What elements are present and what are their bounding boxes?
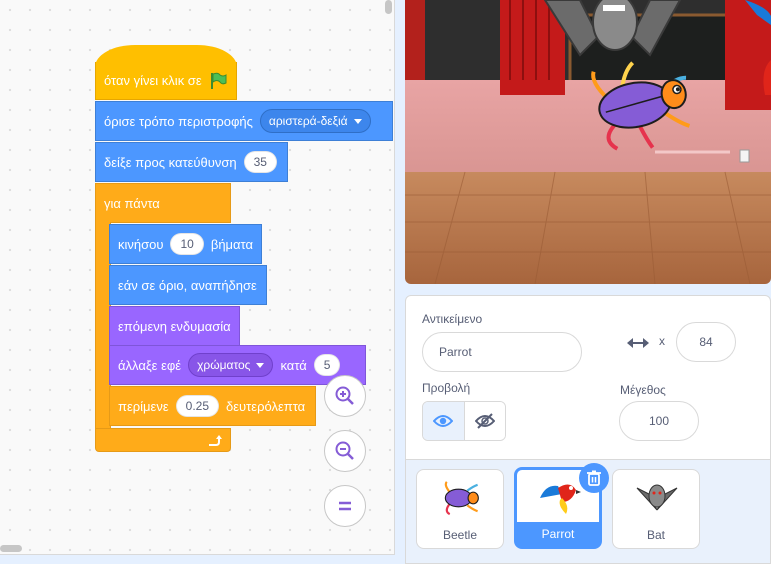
zoom-reset-button[interactable]	[324, 485, 366, 527]
loop-arrow-icon	[209, 435, 222, 446]
forever-block-bottom	[95, 428, 231, 452]
stage-backdrop	[405, 0, 771, 284]
script-area[interactable]: όταν γίνει κλικ σε όρισε τρόπο περιστροφ…	[0, 0, 395, 555]
bounce-label: εάν σε όριο, αναπήδησε	[118, 277, 257, 293]
size-input[interactable]: 100	[619, 401, 699, 441]
x-position-input[interactable]: 84	[676, 322, 736, 362]
selected-tile-footer: Parrot	[517, 522, 599, 546]
point-in-direction-block[interactable]: δείξε προς κατεύθυνση 35	[95, 142, 288, 182]
zoom-in-icon	[335, 386, 354, 405]
wait-seconds-block[interactable]: περίμενε 0.25 δευτερόλεπτα	[109, 386, 316, 426]
wait-seconds-input[interactable]: 0.25	[175, 395, 219, 417]
sprite-tile-beetle[interactable]: Beetle	[416, 469, 504, 549]
beetle-thumbnail	[444, 481, 479, 516]
next-costume-label: επόμενη ενδυμασία	[118, 318, 231, 334]
rotation-style-value: αριστερά-δεξιά	[268, 114, 348, 128]
chevron-down-icon	[256, 363, 265, 369]
wait-label: περίμενε	[118, 398, 169, 414]
horizontal-scrollbar[interactable]	[0, 545, 22, 552]
equals-icon	[339, 501, 351, 511]
parrot-thumbnail	[540, 484, 581, 514]
set-rotation-style-block[interactable]: όρισε τρόπο περιστροφής αριστερά-δεξιά	[95, 101, 393, 141]
when-flag-label: όταν γίνει κλικ σε	[104, 73, 202, 88]
effect-dropdown[interactable]: χρώματος	[188, 353, 274, 377]
zoom-in-button[interactable]	[324, 375, 366, 417]
rotation-style-dropdown[interactable]: αριστερά-δεξιά	[259, 109, 371, 133]
by-label: κατά	[280, 357, 307, 373]
rotation-style-label: όρισε τρόπο περιστροφής	[104, 113, 253, 129]
sprite-name-value: Parrot	[439, 345, 472, 359]
green-flag-icon	[210, 72, 227, 89]
point-direction-label: δείξε προς κατεύθυνση	[104, 154, 237, 170]
forever-label: για πάντα	[104, 195, 160, 211]
trash-icon	[587, 470, 601, 486]
x-position-value: 84	[699, 335, 713, 349]
sprite-name-input[interactable]: Parrot	[422, 332, 582, 372]
show-sprite-button[interactable]	[423, 402, 465, 440]
hide-sprite-button[interactable]	[464, 402, 505, 440]
zoom-out-icon	[335, 441, 354, 460]
visibility-toggle	[422, 401, 506, 441]
bounce-on-edge-block[interactable]: εάν σε όριο, αναπήδησε	[109, 265, 267, 305]
stage[interactable]	[405, 0, 771, 284]
sprite-tile-label: Beetle	[442, 528, 478, 542]
move-label: κινήσου	[118, 236, 164, 252]
effect-value: χρώματος	[197, 358, 251, 372]
eye-slash-icon	[474, 413, 495, 429]
move-steps-block[interactable]: κινήσου 10 βήματα	[109, 224, 262, 264]
when-flag-clicked-block[interactable]: όταν γίνει κλικ σε	[95, 62, 237, 100]
sprite-name-label: Αντικείμενο	[422, 312, 483, 326]
sprite-tile-bat[interactable]: Bat	[612, 469, 700, 549]
direction-input[interactable]: 35	[243, 151, 277, 173]
size-label: Μέγεθος	[620, 383, 666, 397]
delete-sprite-button[interactable]	[579, 463, 609, 493]
sprite-tile-label: Parrot	[541, 527, 575, 541]
change-effect-label: άλλαξε εφέ	[118, 357, 182, 373]
seconds-label: δευτερόλεπτα	[226, 398, 306, 414]
zoom-out-button[interactable]	[324, 430, 366, 472]
effect-amount-input[interactable]: 5	[313, 354, 341, 376]
forever-block[interactable]: για πάντα	[95, 183, 231, 223]
vertical-scrollbar[interactable]	[385, 0, 392, 14]
chevron-down-icon	[353, 119, 362, 125]
x-label: x	[659, 334, 665, 348]
bat-thumbnail	[636, 484, 678, 511]
horizontal-arrows-icon	[627, 338, 649, 348]
sprite-info-panel: Αντικείμενο Parrot x 84 Προβολή Μέγεθος …	[405, 295, 771, 460]
move-steps-input[interactable]: 10	[170, 233, 204, 255]
steps-label: βήματα	[210, 236, 254, 252]
show-label: Προβολή	[422, 381, 471, 395]
size-value: 100	[648, 414, 670, 428]
change-effect-block[interactable]: άλλαξε εφέ χρώματος κατά 5	[109, 345, 366, 385]
sprite-tile-label: Bat	[646, 528, 665, 542]
next-costume-block[interactable]: επόμενη ενδυμασία	[109, 306, 240, 346]
eye-icon	[433, 415, 454, 427]
